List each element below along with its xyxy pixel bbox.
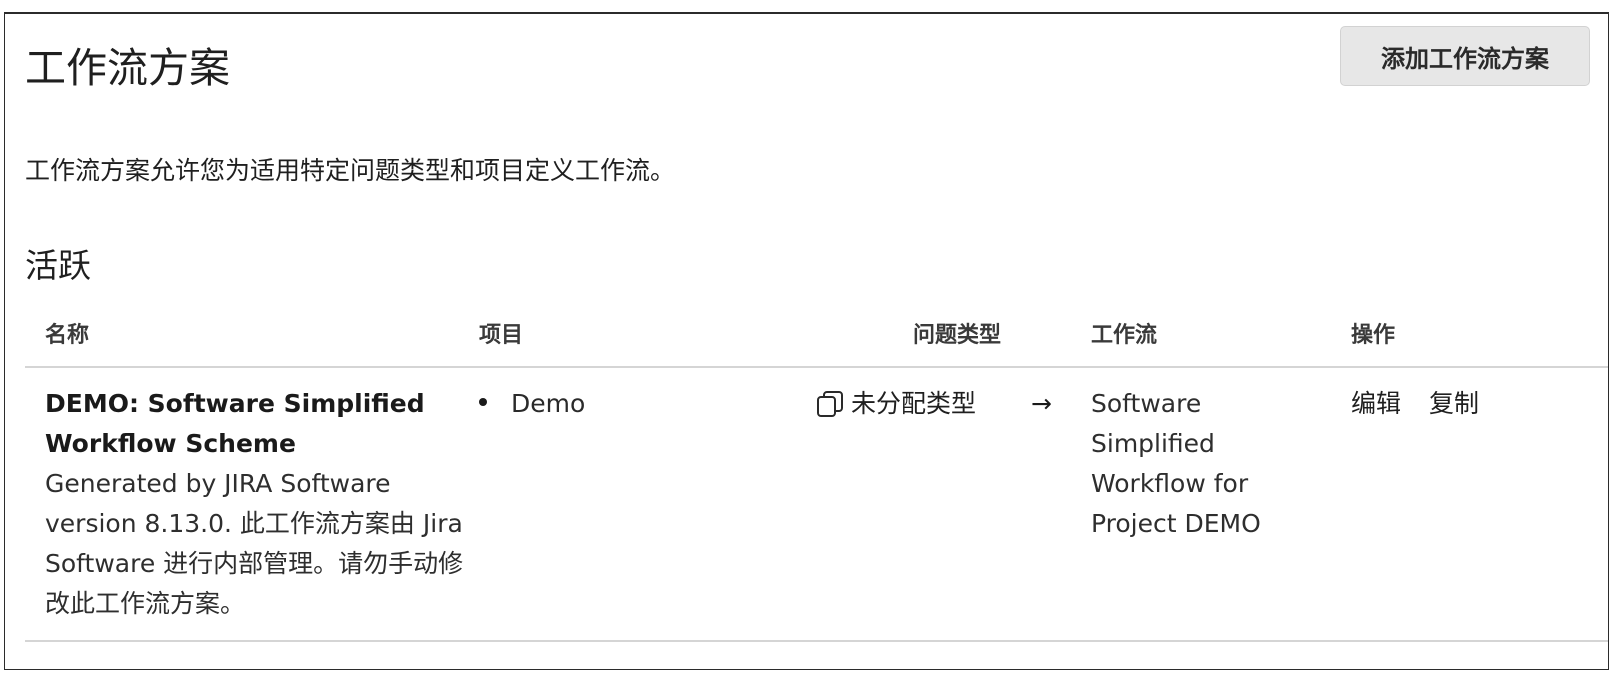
bullet-icon xyxy=(479,398,487,406)
table-header-divider xyxy=(25,366,1608,368)
edit-link[interactable]: 编辑 xyxy=(1351,389,1401,418)
actions-cell: 编辑 复制 xyxy=(1351,384,1479,424)
workflow-name: Software Simplified Workflow for Project… xyxy=(1091,389,1261,538)
project-name: Demo xyxy=(511,389,586,418)
copy-icon xyxy=(817,391,843,417)
scheme-description: Generated by JIRA Software version 8.13.… xyxy=(45,469,464,618)
page-title: 工作流方案 xyxy=(25,44,230,92)
issue-type-cell: 未分配类型 xyxy=(815,384,976,424)
section-title-active: 活跃 xyxy=(25,246,91,285)
column-header-workflow: 工作流 xyxy=(1091,323,1158,348)
issue-type-label: 未分配类型 xyxy=(851,389,977,418)
scheme-cell: DEMO: Software Simplified Workflow Schem… xyxy=(45,384,465,624)
project-list-item: Demo xyxy=(479,384,585,424)
workflow-schemes-panel: 工作流方案 添加工作流方案 工作流方案允许您为适用特定问题类型和项目定义工作流。… xyxy=(4,12,1609,670)
column-header-issue-type: 问题类型 xyxy=(912,323,1001,348)
copy-link[interactable]: 复制 xyxy=(1429,389,1479,418)
column-header-name: 名称 xyxy=(45,323,90,348)
column-header-actions: 操作 xyxy=(1351,323,1396,348)
column-header-project: 项目 xyxy=(479,323,524,348)
table-row-divider xyxy=(25,640,1608,642)
page-description: 工作流方案允许您为适用特定问题类型和项目定义工作流。 xyxy=(25,156,676,185)
scheme-name: DEMO: Software Simplified Workflow Schem… xyxy=(45,389,425,458)
arrow-icon: → xyxy=(1031,389,1052,418)
add-workflow-scheme-button[interactable]: 添加工作流方案 xyxy=(1340,26,1590,86)
